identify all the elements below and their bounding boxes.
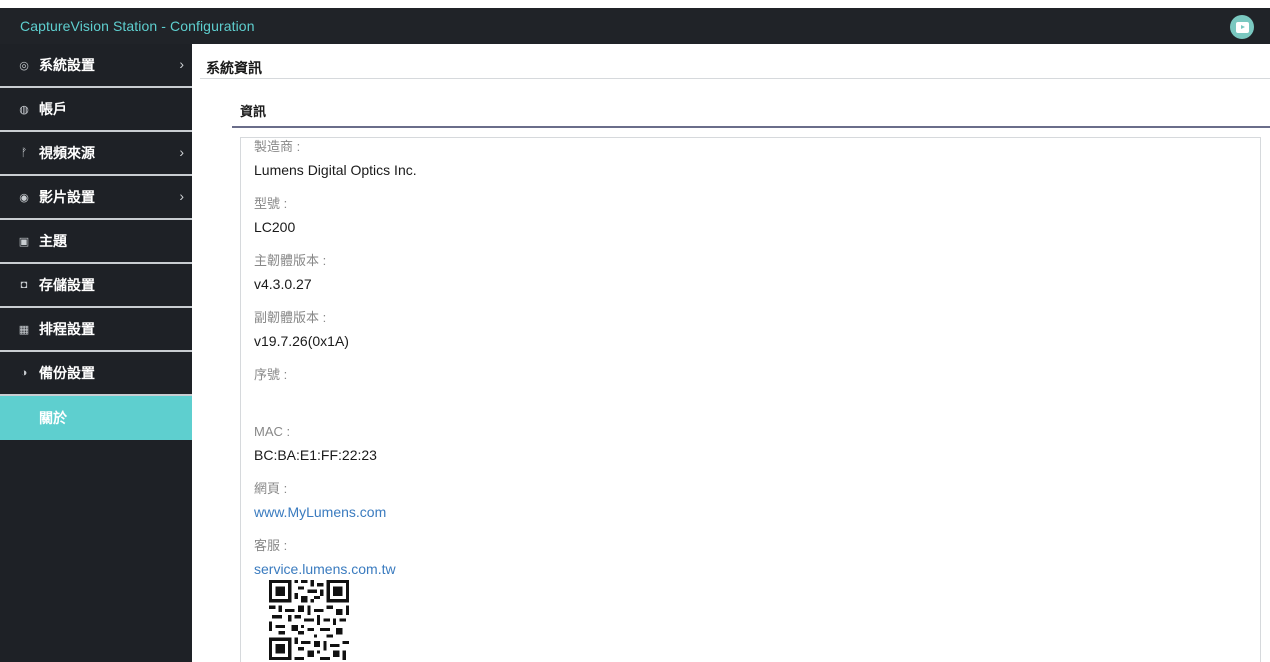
field-value: v19.7.26(0x1A) [254,333,349,349]
field-label: 主韌體版本 : [254,253,327,268]
section-title: 資訊 [240,104,267,119]
field-label: 副韌體版本 : [254,310,327,325]
network-icon: ᚠ [20,147,28,159]
serial-field: 序號 : [254,366,417,423]
qr-code-icon [269,580,349,660]
mac-field: MAC : BC:BA:E1:FF:22:23 [254,423,417,480]
field-value: LC200 [254,219,296,235]
field-value [254,388,417,408]
sidebar-item-account[interactable]: ◍ 帳戶 [0,88,192,132]
website-field: 網頁 : www.MyLumens.com [254,480,417,537]
sidebar-item-schedule-settings[interactable]: ▦ 排程設置 [0,308,192,352]
sidebar-item-video-source[interactable]: ᚠ 視頻來源 › [0,132,192,176]
field-label: 型號 : [254,196,288,211]
sidebar: ◎ 系統設置 › ◍ 帳戶 ᚠ 視頻來源 › ◉ 影片設置 › ▣ 主題 ◘ 存… [0,44,192,662]
sidebar-item-backup-settings[interactable]: ◑ 備份設置 [0,352,192,396]
field-value: Lumens Digital Optics Inc. [254,162,417,178]
info-panel[interactable]: 製造商 : Lumens Digital Optics Inc. 型號 : LC… [240,137,1261,662]
section-divider [232,126,1270,128]
window-title: CaptureVision Station - Configuration [20,18,255,34]
website-link[interactable]: www.MyLumens.com [254,502,417,522]
manufacturer-field: 製造商 : Lumens Digital Optics Inc. [254,138,417,195]
info-list: 製造商 : Lumens Digital Optics Inc. 型號 : LC… [254,138,417,594]
gear-icon: ◎ [19,59,29,72]
sidebar-item-video-settings[interactable]: ◉ 影片設置 › [0,176,192,220]
chevron-right-icon: › [179,144,184,160]
divider [200,78,1270,79]
sidebar-item-label: 系統設置 [39,57,95,73]
backup-icon: ◑ [20,367,28,379]
sidebar-item-label: 影片設置 [39,189,95,205]
record-icon: ◉ [19,191,29,204]
title-bar: CaptureVision Station - Configuration [0,8,1270,44]
field-label: 網頁 : [254,481,288,496]
model-field: 型號 : LC200 [254,195,417,252]
sidebar-item-label: 視頻來源 [39,145,95,161]
sidebar-item-label: 備份設置 [39,365,95,381]
field-value: BC:BA:E1:FF:22:23 [254,447,377,463]
field-label: 客服 : [254,538,288,553]
field-label: 序號 : [254,367,288,382]
field-value: v4.3.0.27 [254,276,312,292]
sub-firmware-field: 副韌體版本 : v19.7.26(0x1A) [254,309,417,366]
sidebar-item-label: 主題 [39,233,67,249]
play-icon[interactable] [1230,15,1254,39]
sidebar-item-storage-settings[interactable]: ◘ 存儲設置 [0,264,192,308]
chevron-right-icon: › [179,56,184,72]
sidebar-item-label: 存儲設置 [39,277,95,293]
sidebar-item-theme[interactable]: ▣ 主題 [0,220,192,264]
sidebar-item-system-settings[interactable]: ◎ 系統設置 › [0,44,192,88]
field-label: MAC : [254,424,291,439]
main-firmware-field: 主韌體版本 : v4.3.0.27 [254,252,417,309]
user-icon: ◍ [19,103,29,116]
chevron-right-icon: › [179,188,184,204]
theme-icon: ▣ [18,235,30,248]
page-title: 系統資訊 [206,60,262,76]
support-link[interactable]: service.lumens.com.tw [254,559,417,579]
schedule-icon: ▦ [18,323,30,336]
sidebar-item-label: 排程設置 [39,321,95,337]
sidebar-item-label: 關於 [39,410,67,426]
storage-icon: ◘ [20,279,28,291]
main-content: 系統資訊 資訊 製造商 : Lumens Digital Optics Inc.… [192,44,1270,662]
field-label: 製造商 : [254,139,301,154]
sidebar-item-about[interactable]: 關於 [0,396,192,440]
sidebar-item-label: 帳戶 [39,101,67,117]
